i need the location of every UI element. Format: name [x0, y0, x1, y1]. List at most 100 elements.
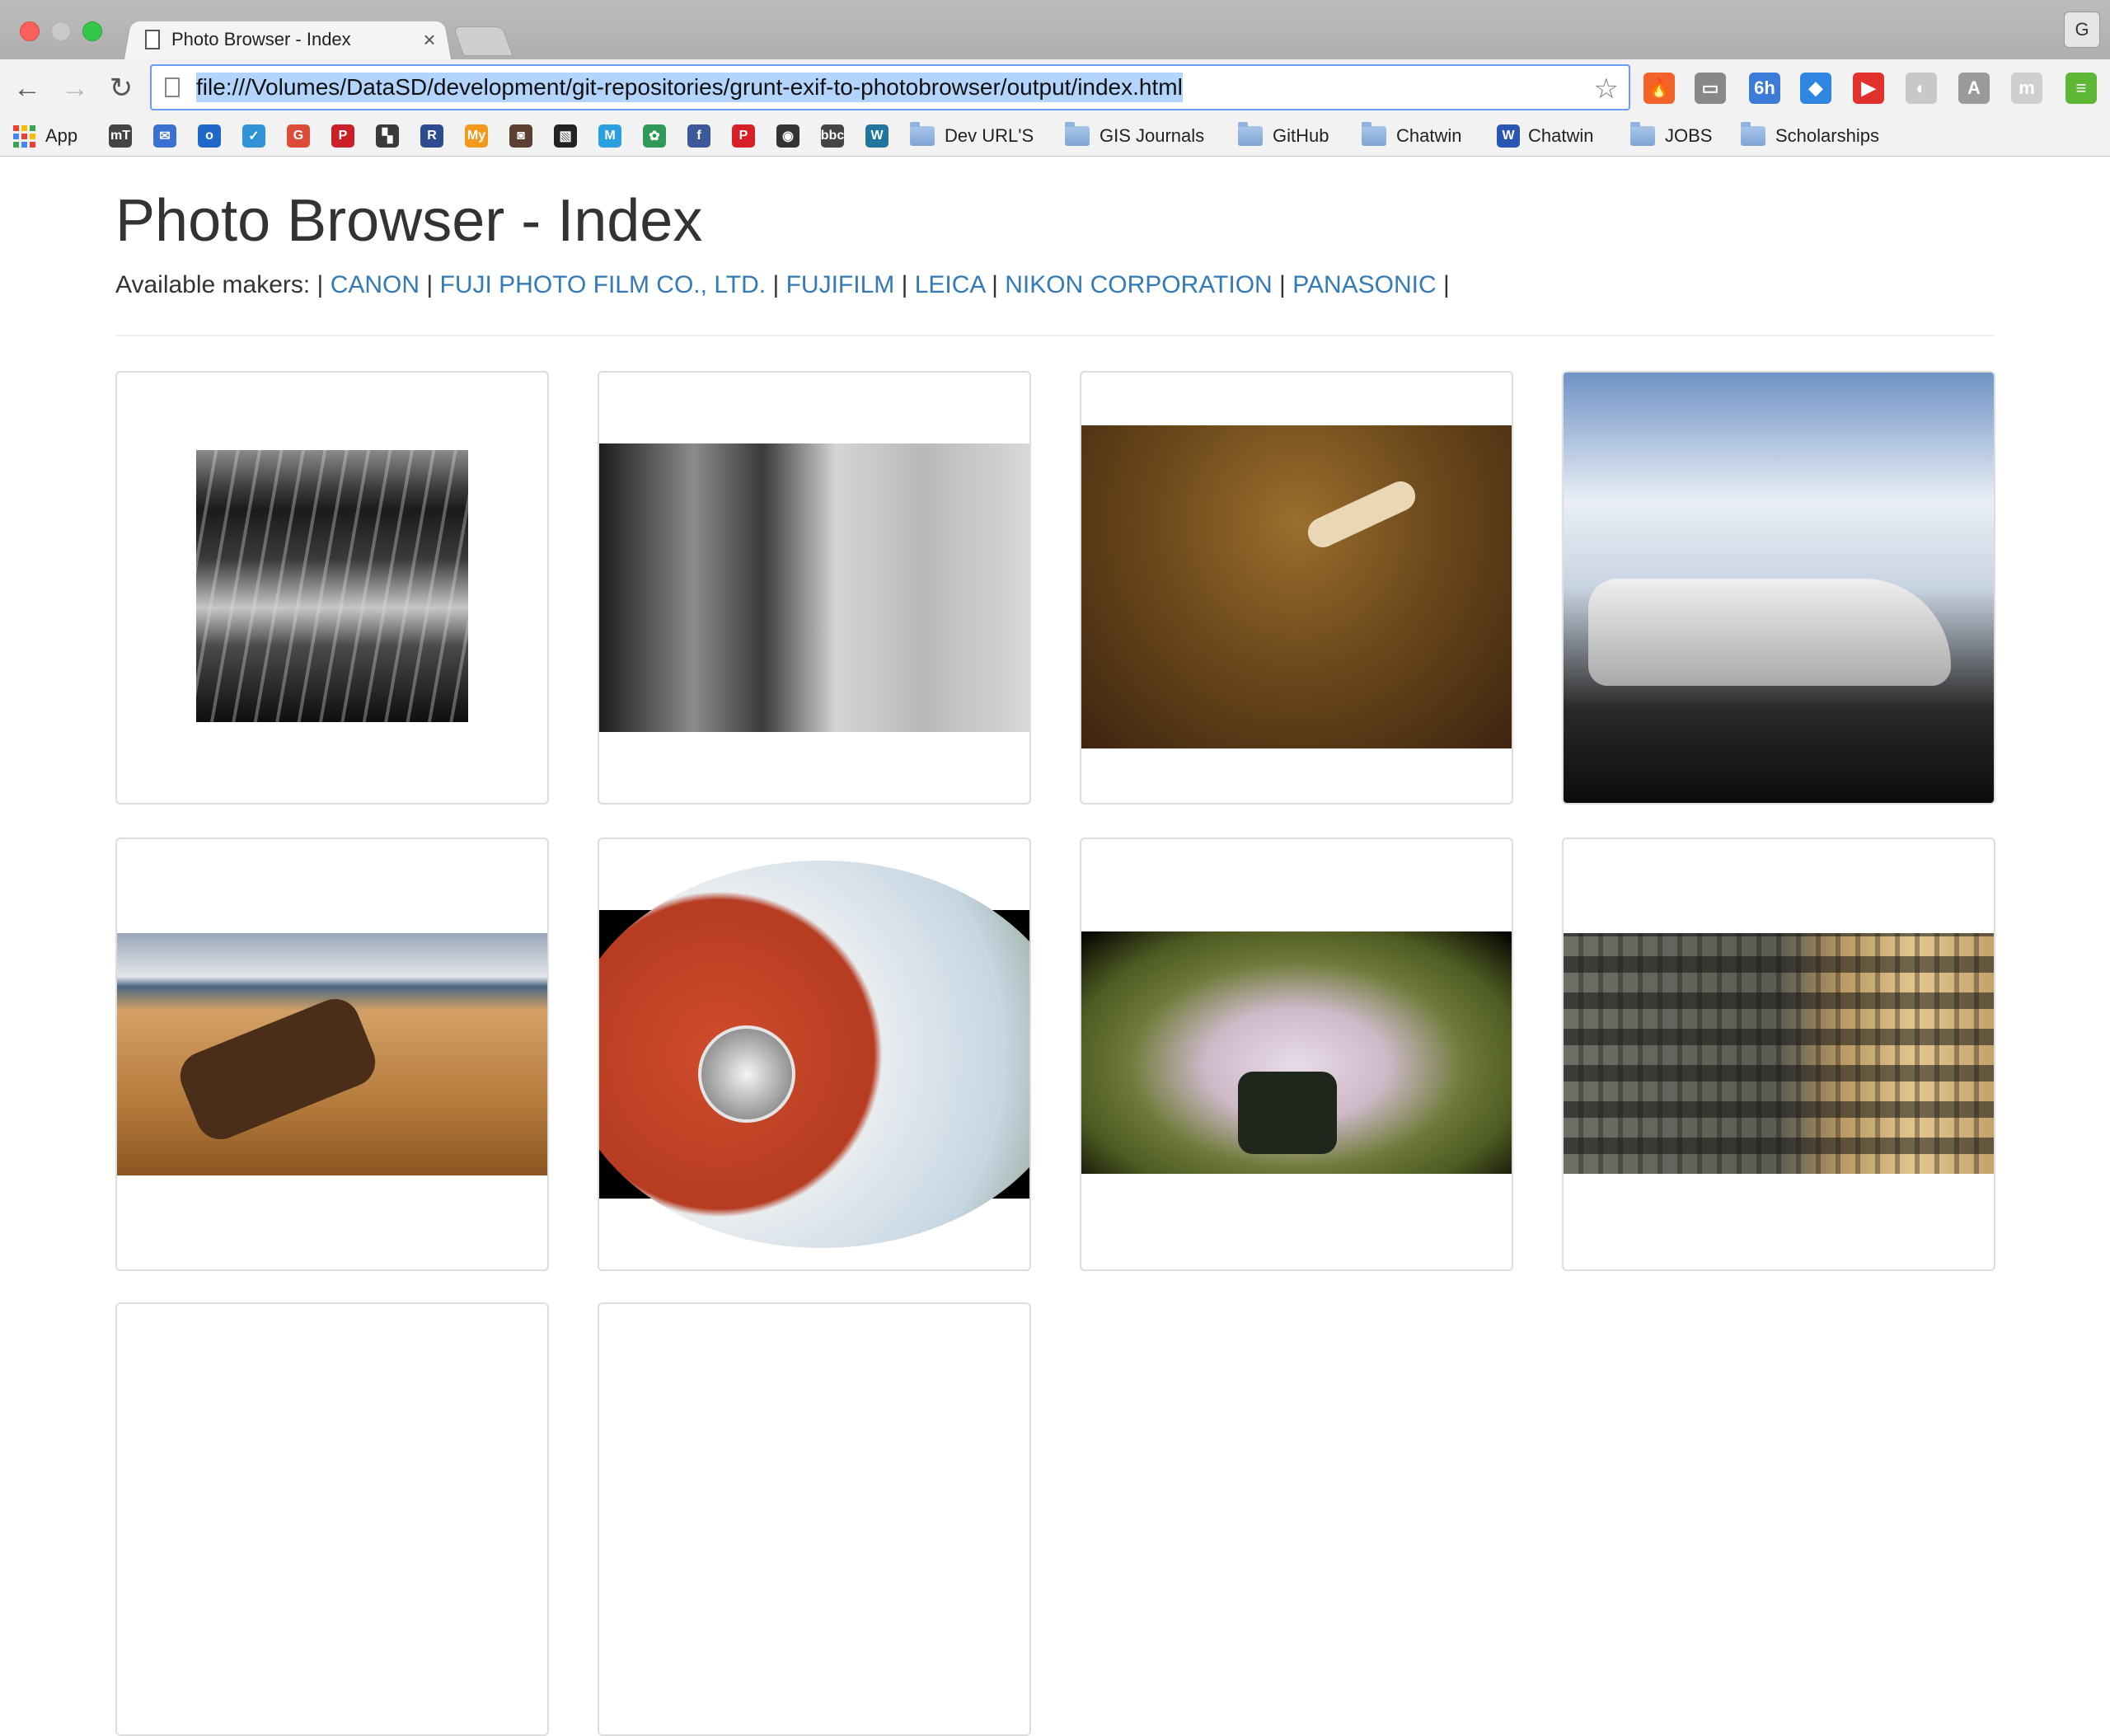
bookmark-label: Dev URL'S	[945, 125, 1034, 146]
page-content: Photo Browser - Index Available makers: …	[0, 157, 2110, 1736]
window-maximize-button[interactable]	[82, 21, 102, 41]
bookmark-bbc[interactable]: bbc	[821, 121, 852, 151]
wordpress-icon: W	[865, 124, 889, 148]
new-tab-button[interactable]	[452, 26, 513, 56]
bookmark-check[interactable]: ✓	[242, 121, 274, 151]
bookmark-folder-gis-journals[interactable]: GIS Journals	[1065, 121, 1204, 151]
bookmark-rdt[interactable]: R	[420, 121, 452, 151]
maker-link-leica[interactable]: LEICA	[915, 271, 985, 298]
bookmark-facebook[interactable]: f	[687, 121, 719, 151]
bookmark-label: Chatwin	[1528, 125, 1594, 146]
photo-thumbnail[interactable]	[115, 1302, 549, 1736]
bookmark-folder-scholarships[interactable]: Scholarships	[1741, 121, 1879, 151]
tab-close-icon[interactable]: ×	[417, 27, 442, 53]
bookmark-folder-jobs[interactable]: JOBS	[1630, 121, 1712, 151]
cbs-icon: ◉	[776, 124, 799, 148]
window-minimize-button[interactable]	[51, 21, 71, 41]
photo-woman-on-floor[interactable]	[1081, 425, 1512, 748]
fire-extension-icon[interactable]: 🔥	[1643, 73, 1675, 104]
photo-thumbnail[interactable]	[1080, 838, 1513, 1271]
photo-thumbnail[interactable]	[598, 838, 1031, 1271]
bookmark-google-plus[interactable]: G	[287, 121, 318, 151]
photo-thumbnail[interactable]	[1080, 371, 1513, 805]
tab-strip: Photo Browser - Index × G	[0, 0, 2110, 59]
bookmark-cbs[interactable]: ◉	[776, 121, 808, 151]
delicious-icon: ▚	[376, 124, 399, 148]
bookmark-stripe[interactable]: ▧	[554, 121, 585, 151]
window-close-button[interactable]	[20, 21, 40, 41]
bookmark-label: Chatwin	[1396, 125, 1462, 146]
folder-icon	[1362, 122, 1386, 146]
folder-icon	[910, 122, 935, 146]
forward-arrow-icon[interactable]: →	[58, 71, 92, 106]
calendar-extension-icon[interactable]: 6h	[1749, 73, 1780, 104]
reload-icon[interactable]: ↻	[104, 71, 138, 106]
browser-toolbar: ← → ↻ file:///Volumes/DataSD/development…	[0, 59, 2110, 117]
maker-link-canon[interactable]: CANON	[331, 271, 420, 298]
bookmark-mt[interactable]: mT	[109, 121, 140, 151]
photo-building-facade[interactable]	[1564, 933, 1994, 1174]
profile-button[interactable]: G	[2064, 12, 2100, 48]
moon-extension-icon[interactable]: ◐	[1906, 73, 1937, 104]
photo-airplane[interactable]	[1564, 373, 1994, 803]
bookmark-instagram[interactable]: ◙	[509, 121, 541, 151]
chatwin-site-icon: W	[1497, 124, 1520, 148]
bookmark-my[interactable]: My	[465, 121, 496, 151]
maker-link-nikon[interactable]: NIKON CORPORATION	[1005, 271, 1272, 298]
photo-thumbnail[interactable]	[1562, 371, 1995, 805]
pinterest-icon: P	[331, 124, 354, 148]
photo-car-in-field[interactable]	[1081, 931, 1512, 1174]
cast-icon[interactable]: ▭	[1695, 73, 1726, 104]
apps-label: App	[45, 125, 78, 146]
tab-content[interactable]: Photo Browser - Index ×	[145, 21, 442, 58]
bookmark-m-square[interactable]: M	[598, 121, 630, 151]
diamond-extension-icon[interactable]: ◆	[1800, 73, 1831, 104]
bookmark-outlook[interactable]: o	[198, 121, 229, 151]
address-bar[interactable]: file:///Volumes/DataSD/development/git-r…	[150, 64, 1630, 110]
bookmark-folder-chatwin[interactable]: W Chatwin	[1497, 121, 1593, 151]
photo-thumbnail[interactable]	[1562, 838, 1995, 1271]
mt-icon: mT	[109, 124, 132, 148]
p-red-icon: P	[732, 124, 755, 148]
photo-thumbnail[interactable]	[598, 371, 1031, 805]
play-extension-icon[interactable]: ▶	[1853, 73, 1884, 104]
photo-thumbnail[interactable]	[115, 371, 549, 805]
menu-icon[interactable]: ≡	[2065, 73, 2097, 104]
bookmark-folder-github[interactable]: GitHub	[1238, 121, 1329, 151]
bookmark-wordpress[interactable]: W	[865, 121, 897, 151]
bookmarks-bar: App mT ✉ o ✓ G P ▚ R My ◙ ▧ M ✿ f P ◉ bbc W Dev URL'S GIS …	[0, 117, 2110, 157]
angular-extension-icon[interactable]: A	[1958, 73, 1990, 104]
bookmark-folder-dev-url-s[interactable]: Dev URL'S	[910, 121, 1034, 151]
instagram-icon: ◙	[509, 124, 532, 148]
photo-telephones-corridor[interactable]	[599, 443, 1029, 732]
folder-icon	[1741, 122, 1765, 146]
makers-prefix: Available makers: |	[115, 271, 324, 298]
photo-thumbnail[interactable]	[115, 838, 549, 1271]
makers-line: Available makers: | CANON | FUJI PHOTO F…	[115, 271, 1450, 298]
maker-link-fuji-photo-film[interactable]: FUJI PHOTO FILM CO., LTD.	[440, 271, 767, 298]
back-arrow-icon[interactable]: ←	[10, 71, 45, 106]
photo-thumbnail[interactable]	[598, 1302, 1031, 1736]
bookmark-mail[interactable]: ✉	[153, 121, 185, 151]
maker-link-fujifilm[interactable]: FUJIFILM	[786, 271, 895, 298]
bookmark-label: JOBS	[1665, 125, 1713, 146]
check-icon: ✓	[242, 124, 265, 148]
photo-beach-sand[interactable]	[117, 933, 547, 1175]
photo-railway-tracks[interactable]	[196, 450, 468, 722]
bookmark-gear-green[interactable]: ✿	[643, 121, 674, 151]
url-text[interactable]: file:///Volumes/DataSD/development/git-r…	[196, 73, 1183, 102]
apps-button[interactable]: App	[13, 121, 77, 151]
bookmark-folder-chatwin[interactable]: Chatwin	[1362, 121, 1461, 151]
page-title: Photo Browser - Index	[115, 188, 703, 254]
my-icon: My	[465, 124, 488, 148]
tab-title: Photo Browser - Index	[171, 29, 351, 49]
bookmark-pinterest[interactable]: P	[331, 121, 363, 151]
bookmark-star-icon[interactable]: ☆	[1594, 73, 1619, 106]
bookmark-delicious[interactable]: ▚	[376, 121, 407, 151]
photo-red-van-fisheye[interactable]	[599, 861, 1029, 1248]
bookmark-p-red[interactable]: P	[732, 121, 763, 151]
maker-link-panasonic[interactable]: PANASONIC	[1292, 271, 1436, 298]
m-extension-icon[interactable]: m	[2011, 73, 2042, 104]
folder-icon	[1065, 122, 1090, 146]
m-square-icon: M	[598, 124, 621, 148]
